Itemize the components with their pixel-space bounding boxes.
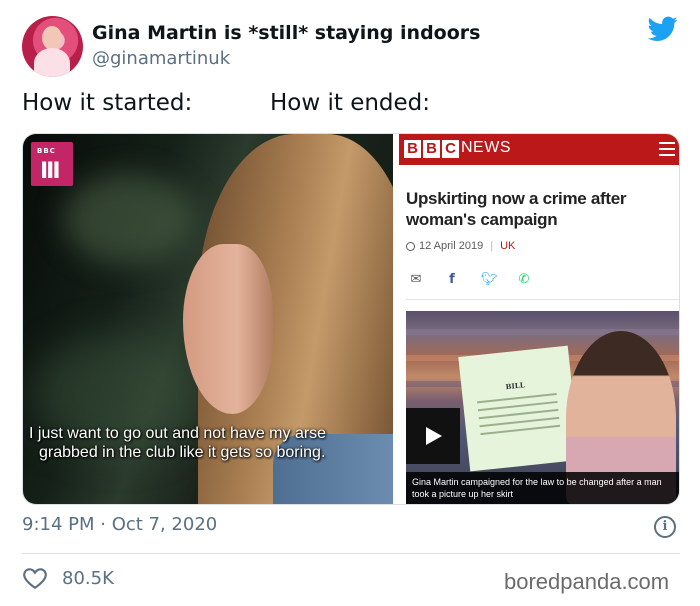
tweet-timestamp[interactable]: 9:14 PM · Oct 7, 2020	[22, 514, 217, 535]
info-icon[interactable]: i	[654, 516, 676, 538]
bill-document: BILL	[458, 345, 580, 472]
whatsapp-icon: ✆	[518, 272, 530, 287]
play-button	[406, 408, 460, 464]
background-stripe	[406, 329, 679, 335]
avatar-face	[42, 26, 62, 50]
boredpanda-watermark: boredpanda.com	[504, 569, 670, 594]
dateline-separator: |	[490, 240, 494, 252]
background-blur	[63, 174, 193, 264]
hamburger-menu-icon	[659, 142, 675, 156]
like-action[interactable]: 80.5K	[22, 566, 114, 590]
divider	[22, 553, 680, 554]
bbc-logo: B B C	[404, 140, 459, 158]
video-caption: Gina Martin campaigned for the law to be…	[406, 472, 679, 504]
avatar-body	[34, 48, 70, 77]
caption-how-it-started: How it started:	[22, 90, 193, 116]
twitter-bird-icon	[648, 16, 678, 41]
article-date: 12 April 2019	[419, 240, 484, 252]
mail-icon: ✉	[410, 272, 422, 287]
display-name[interactable]: Gina Martin is *still* staying indoors	[92, 22, 480, 44]
heart-icon[interactable]	[22, 566, 48, 590]
share-icons: ✉ f 🐦︎ ✆	[409, 272, 531, 287]
like-count: 80.5K	[62, 567, 114, 589]
article-region: UK	[500, 240, 516, 252]
user-handle[interactable]: @ginamartinuk	[92, 48, 230, 69]
tweet-header: Gina Martin is *still* staying indoors @…	[22, 16, 682, 78]
play-icon	[426, 427, 442, 445]
clock-icon	[406, 241, 415, 251]
bbc-three-logo: BBC III	[31, 142, 73, 186]
article-video: BILL Gina Martin campaigned for the law …	[406, 311, 679, 504]
article-dateline: 12 April 2019 | UK	[406, 240, 515, 252]
twitter-icon: 🐦︎	[481, 272, 498, 287]
divider	[406, 299, 679, 300]
bbc-news-article-screenshot[interactable]: B B C NEWS Upskirting now a crime after …	[399, 134, 679, 504]
bbc-news-header: B B C NEWS	[399, 134, 679, 165]
facebook-icon: f	[449, 272, 455, 287]
video-subtitle: I just want to go out and not have my ar…	[29, 424, 391, 462]
caption-how-it-ended: How it ended:	[270, 90, 431, 116]
subtitle-line-2: grabbed in the club like it gets so bori…	[39, 444, 326, 461]
subtitle-line-1: I just want to go out and not have my ar…	[29, 425, 327, 442]
tweet-media[interactable]: BBC III I just want to go out and not ha…	[22, 133, 680, 505]
avatar[interactable]	[22, 16, 83, 77]
bbc-news-label: NEWS	[461, 139, 511, 156]
bbc-three-still-image[interactable]: BBC III I just want to go out and not ha…	[23, 134, 393, 504]
article-headline: Upskirting now a crime after woman's cam…	[406, 189, 627, 229]
